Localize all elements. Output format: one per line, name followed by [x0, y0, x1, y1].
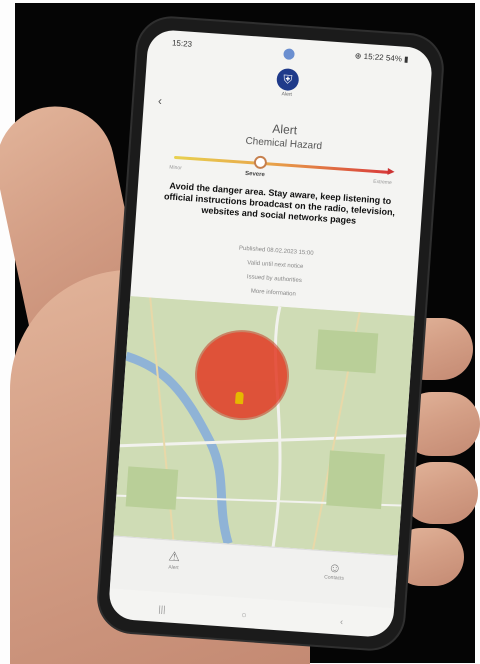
back-icon[interactable]: ‹ — [340, 617, 344, 627]
severity-high-label: Extreme — [372, 178, 392, 187]
severity-low-label: Minor — [169, 164, 183, 172]
severity-scale — [173, 155, 391, 174]
alert-instruction: Avoid the danger area. Stay aware, keep … — [163, 180, 396, 226]
nav-alert[interactable]: ⚠ Alert — [153, 547, 194, 572]
nav-contacts[interactable]: ☺ Contacts — [314, 559, 355, 583]
hazard-map[interactable] — [113, 296, 415, 556]
smartphone: 15:23 ⊕ 15:22 54% ▮ ⛨ Alert ‹ Alert Chem… — [96, 16, 445, 651]
photo-stage: 15:23 ⊕ 15:22 54% ▮ ⛨ Alert ‹ Alert Chem… — [0, 0, 480, 664]
severity-current-label: Severe — [244, 170, 265, 179]
park-area — [125, 466, 179, 510]
home-icon[interactable]: ○ — [241, 610, 247, 620]
recent-apps-icon[interactable]: ||| — [158, 604, 166, 614]
back-button[interactable]: ‹ — [157, 94, 162, 108]
map-layer — [113, 296, 415, 556]
app-logo-label: Alert — [281, 91, 293, 98]
severity-marker — [253, 155, 268, 170]
status-indicators: ⊕ 15:22 54% ▮ — [354, 51, 409, 64]
shield-icon: ⛨ — [276, 67, 300, 92]
park-area — [315, 329, 379, 374]
location-pin-icon[interactable] — [235, 391, 244, 405]
status-time: 15:23 — [171, 38, 193, 49]
phone-screen: 15:23 ⊕ 15:22 54% ▮ ⛨ Alert ‹ Alert Chem… — [107, 28, 434, 639]
park-area — [326, 450, 385, 510]
arrow-right-icon: ▶ — [387, 165, 395, 177]
